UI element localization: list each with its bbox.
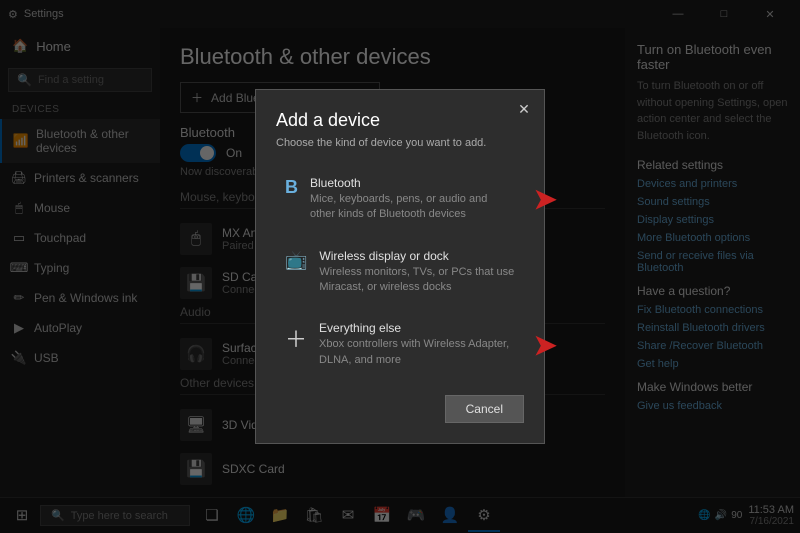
modal-footer: Cancel <box>276 395 524 423</box>
everything-else-label: Everything else <box>319 321 515 335</box>
bluetooth-option-info: Bluetooth Mice, keyboards, pens, or audi… <box>310 176 515 223</box>
wireless-display-desc: Wireless monitors, TVs, or PCs that use … <box>319 265 515 296</box>
bluetooth-option-icon: B <box>285 177 298 198</box>
cancel-button[interactable]: Cancel <box>445 395 524 423</box>
modal-option-everything-else[interactable]: ＋ Everything else Xbox controllers with … <box>276 310 524 379</box>
bluetooth-option-label: Bluetooth <box>310 176 515 190</box>
modal-subtitle: Choose the kind of device you want to ad… <box>276 137 524 149</box>
everything-else-desc: Xbox controllers with Wireless Adapter, … <box>319 337 515 368</box>
everything-else-icon: ＋ <box>285 322 307 354</box>
wireless-display-label: Wireless display or dock <box>319 249 515 263</box>
modal-option-bluetooth[interactable]: B Bluetooth Mice, keyboards, pens, or au… <box>276 165 524 234</box>
bluetooth-option-desc: Mice, keyboards, pens, or audio and othe… <box>310 192 515 223</box>
add-device-modal: ✕ Add a device Choose the kind of device… <box>255 89 545 444</box>
wireless-display-info: Wireless display or dock Wireless monito… <box>319 249 515 296</box>
modal-option-wireless-display[interactable]: 📺 Wireless display or dock Wireless moni… <box>276 238 524 307</box>
modal-title: Add a device <box>276 110 524 131</box>
everything-else-info: Everything else Xbox controllers with Wi… <box>319 321 515 368</box>
wireless-display-icon: 📺 <box>285 250 307 271</box>
modal-close-button[interactable]: ✕ <box>512 98 536 122</box>
arrow-bluetooth: ➤ <box>534 183 557 216</box>
arrow-everything: ➤ <box>534 328 557 361</box>
modal-overlay: ✕ Add a device Choose the kind of device… <box>0 0 800 533</box>
